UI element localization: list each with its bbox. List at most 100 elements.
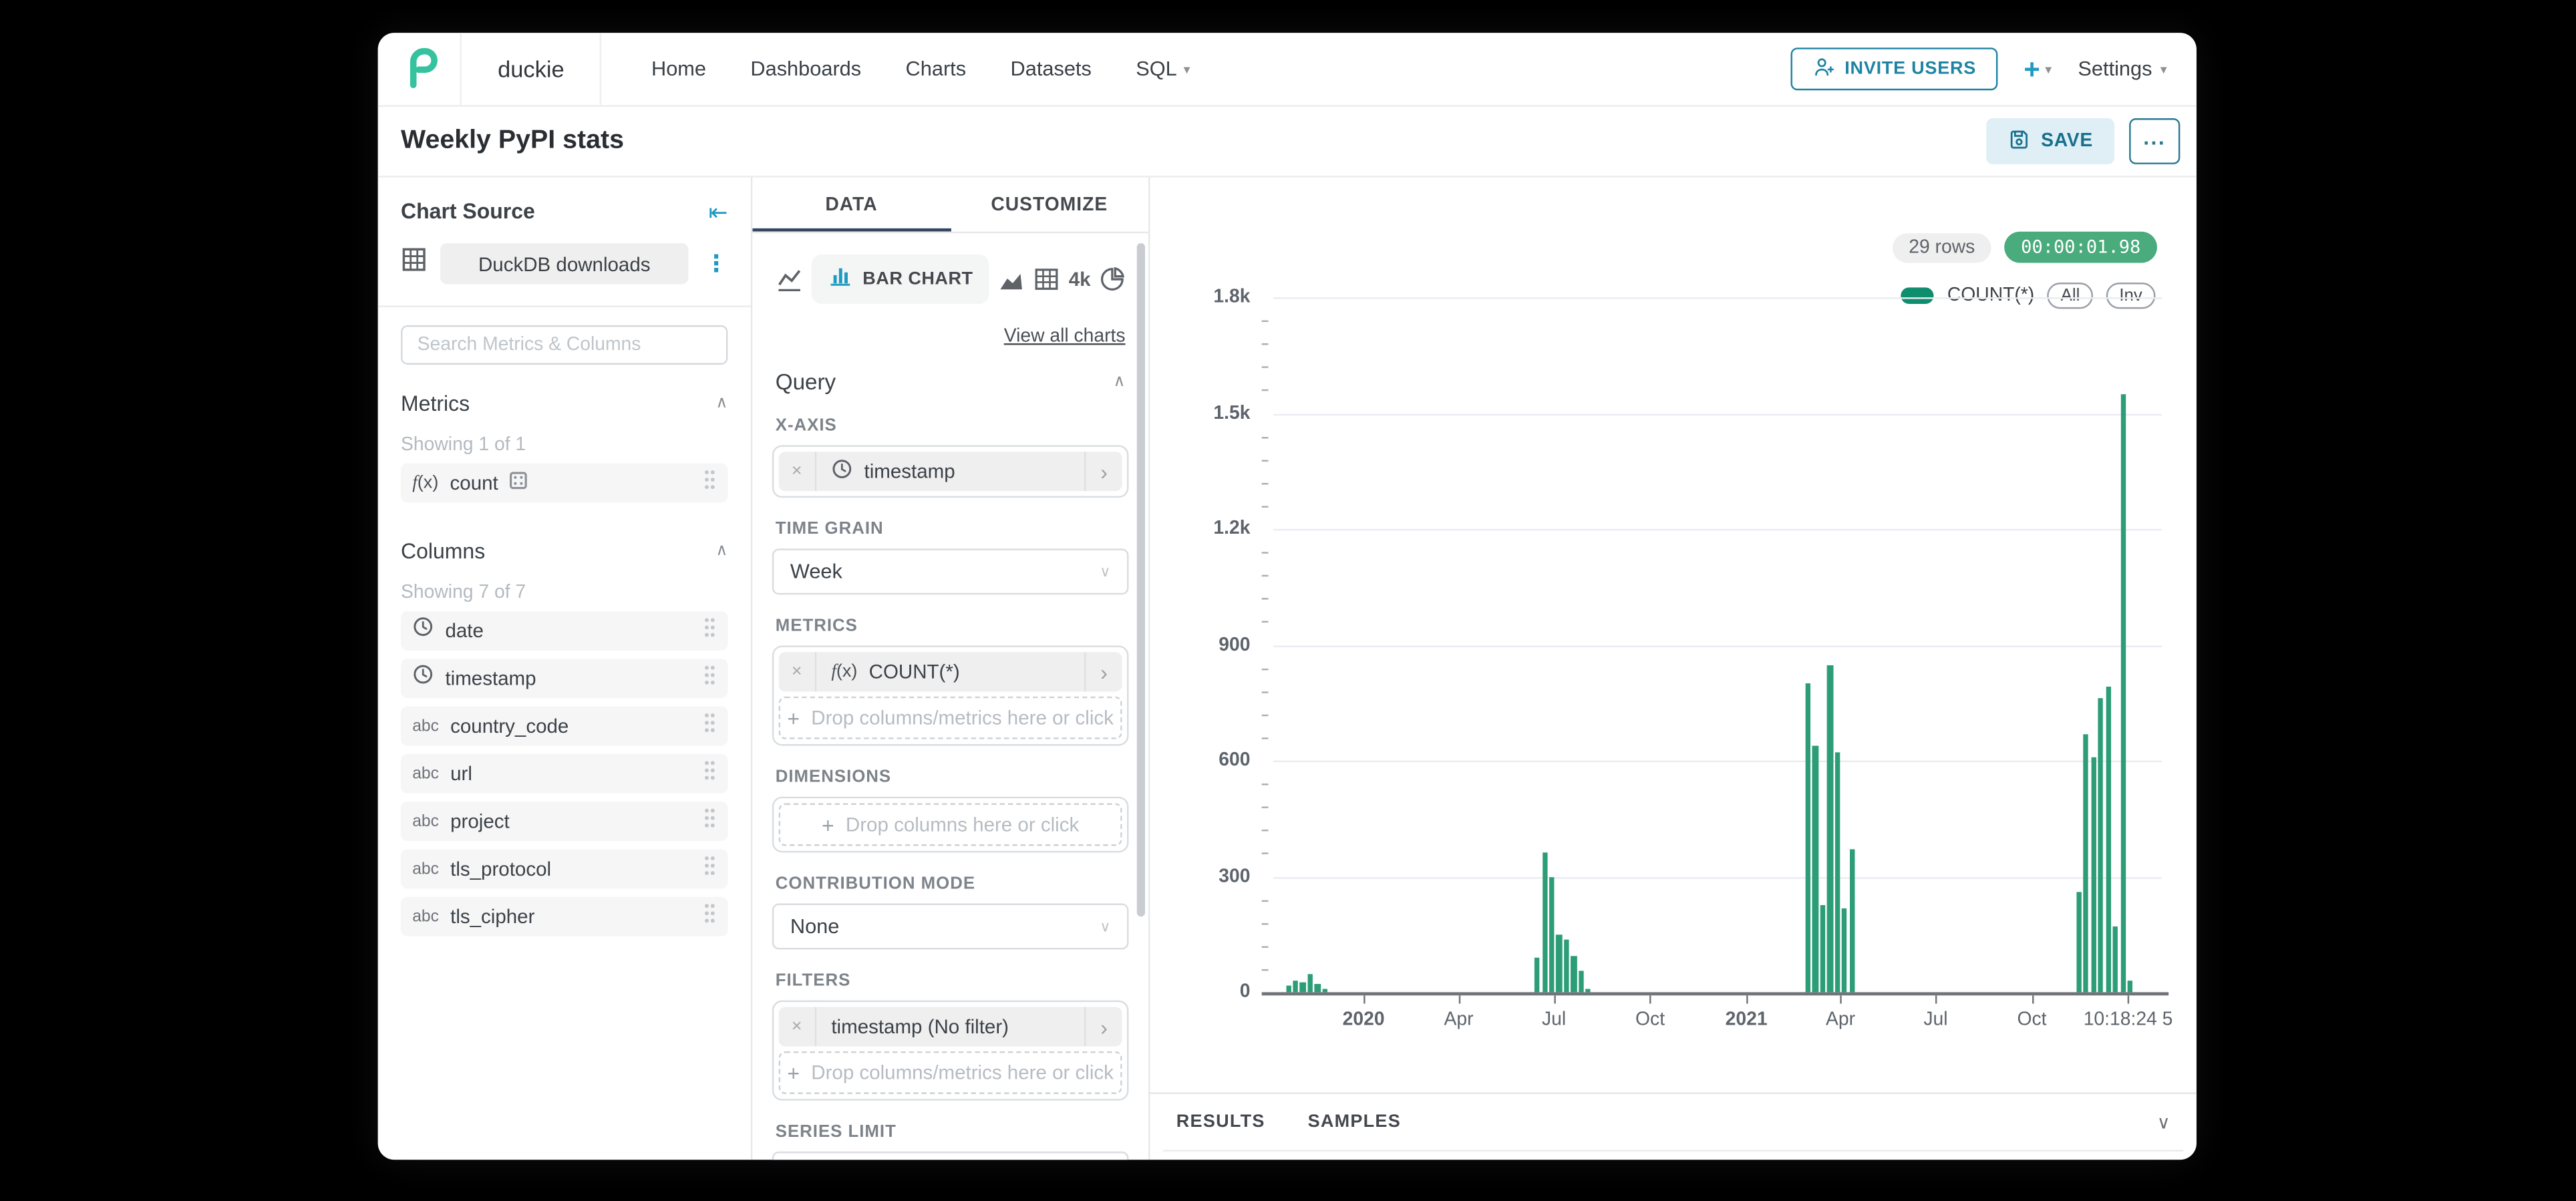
viz-type-bar-chart[interactable]: BAR CHART <box>812 254 989 304</box>
drag-handle-icon[interactable] <box>703 758 717 790</box>
view-all-charts-link[interactable]: View all charts <box>1004 327 1126 347</box>
y-gridline <box>1273 645 2162 646</box>
time-grain-label: TIME GRAIN <box>776 519 1126 539</box>
x-axis-pill[interactable]: × timestamp › <box>779 452 1122 491</box>
bar[interactable] <box>1307 975 1313 992</box>
filters-drop-zone[interactable]: + Drop columns/metrics here or click <box>779 1051 1122 1094</box>
bar[interactable] <box>1579 971 1584 993</box>
big-number-chart-icon[interactable]: 4k <box>1069 268 1091 291</box>
bar[interactable] <box>1322 989 1327 993</box>
control-scroll-area: BAR CHART 4k View all charts Query <box>752 233 1148 1160</box>
bar[interactable] <box>2091 757 2096 993</box>
collapse-panel-icon[interactable]: ⇤ <box>709 200 728 222</box>
bar[interactable] <box>1827 666 1832 992</box>
drag-handle-icon[interactable] <box>703 806 717 837</box>
workspace-name[interactable]: duckie <box>462 56 601 82</box>
bar[interactable] <box>2076 892 2082 992</box>
area-chart-icon[interactable] <box>998 265 1026 293</box>
drag-handle-icon[interactable] <box>703 615 717 647</box>
nav-item-home[interactable]: Home <box>651 57 706 80</box>
new-item-dropdown[interactable]: + ▾ <box>2024 55 2052 83</box>
drag-handle-icon[interactable] <box>703 663 717 694</box>
dataset-menu-icon[interactable]: ⋮ <box>701 250 731 278</box>
line-chart-icon[interactable] <box>776 265 804 293</box>
x-axis-tick <box>1935 995 1937 1003</box>
metrics-drop-zone[interactable]: + Drop columns/metrics here or click <box>779 697 1122 739</box>
bar[interactable] <box>1812 745 1818 992</box>
bar[interactable] <box>1849 850 1855 993</box>
bar[interactable] <box>1300 983 1305 992</box>
dataset-item-timestamp[interactable]: timestamp <box>401 659 728 698</box>
settings-menu[interactable]: Settings ▾ <box>2078 57 2180 80</box>
bar[interactable] <box>1834 753 1840 992</box>
remove-icon[interactable]: × <box>779 652 817 691</box>
chevron-up-icon[interactable]: ∧ <box>715 542 728 560</box>
chevron-right-icon[interactable]: › <box>1084 452 1122 491</box>
chevron-right-icon[interactable]: › <box>1084 1007 1122 1046</box>
search-metrics-input[interactable] <box>401 325 728 365</box>
nav-item-charts[interactable]: Charts <box>906 57 967 80</box>
bar[interactable] <box>1571 955 1577 992</box>
more-options-button[interactable]: ... <box>2129 118 2180 164</box>
bar[interactable] <box>2084 733 2089 992</box>
bar[interactable] <box>1806 683 1811 992</box>
invite-users-button[interactable]: INVITE USERS <box>1790 47 1997 90</box>
metric-pill[interactable]: × f(x) COUNT(*) › <box>779 652 1122 691</box>
bar[interactable] <box>2128 981 2133 992</box>
pie-chart-icon[interactable] <box>1099 266 1125 292</box>
dataset-item-tls_cipher[interactable]: abctls_cipher <box>401 897 728 936</box>
remove-icon[interactable]: × <box>779 452 817 491</box>
save-button[interactable]: SAVE <box>1987 118 2114 164</box>
dataset-name[interactable]: DuckDB downloads <box>440 243 688 284</box>
chevron-up-icon[interactable]: ∧ <box>1114 373 1126 391</box>
bar[interactable] <box>1315 985 1320 993</box>
chevron-up-icon[interactable]: ∧ <box>715 394 728 412</box>
nav-item-sql[interactable]: SQL▾ <box>1136 57 1190 80</box>
dataset-item-url[interactable]: abcurl <box>401 754 728 794</box>
filter-pill[interactable]: × timestamp (No filter) › <box>779 1007 1122 1046</box>
tab-data[interactable]: DATA <box>752 178 950 232</box>
y-axis-minor-tick <box>1262 575 1269 576</box>
bar[interactable] <box>1586 989 1591 993</box>
bar[interactable] <box>1293 981 1298 992</box>
bar[interactable] <box>2098 699 2104 992</box>
series-limit-select[interactable]: None ∨ <box>772 1152 1129 1160</box>
chevron-right-icon[interactable]: › <box>1084 652 1122 691</box>
bar[interactable] <box>1542 853 1547 992</box>
drag-handle-icon[interactable] <box>703 901 717 932</box>
nav-item-dashboards[interactable]: Dashboards <box>750 57 861 80</box>
drag-handle-icon[interactable] <box>703 711 717 742</box>
dimensions-drop-zone[interactable]: + Drop columns here or click <box>779 804 1122 846</box>
dataset-item-country_code[interactable]: abccountry_code <box>401 706 728 745</box>
bar[interactable] <box>2113 926 2118 992</box>
user-plus-icon <box>1812 55 1834 83</box>
bar[interactable] <box>1820 905 1825 992</box>
drag-handle-icon[interactable] <box>703 468 717 499</box>
tab-customize[interactable]: CUSTOMIZE <box>951 178 1148 232</box>
remove-icon[interactable]: × <box>779 1007 817 1046</box>
bar[interactable] <box>1564 940 1569 992</box>
bar[interactable] <box>1535 957 1540 992</box>
tab-results[interactable]: RESULTS <box>1176 1112 1265 1132</box>
time-grain-select[interactable]: Week ∨ <box>772 548 1129 594</box>
dataset-item-count[interactable]: f(x)count <box>401 463 728 502</box>
bar[interactable] <box>2106 687 2111 993</box>
dataset-item-date[interactable]: date <box>401 611 728 651</box>
y-axis-minor-tick <box>1262 784 1269 785</box>
item-name: url <box>450 762 472 785</box>
drag-handle-icon[interactable] <box>703 854 717 885</box>
contribution-mode-select[interactable]: None ∨ <box>772 904 1129 950</box>
bar[interactable] <box>1557 934 1562 993</box>
bar[interactable] <box>1549 876 1555 992</box>
collapse-results-icon[interactable]: ∨ <box>2157 1111 2170 1133</box>
dataset-item-project[interactable]: abcproject <box>401 802 728 841</box>
scrollbar-thumb[interactable] <box>1137 243 1145 916</box>
bar[interactable] <box>1842 909 1847 992</box>
tab-samples[interactable]: SAMPLES <box>1308 1112 1401 1132</box>
bar[interactable] <box>2120 394 2126 993</box>
dataset-item-tls_protocol[interactable]: abctls_protocol <box>401 849 728 888</box>
nav-item-datasets[interactable]: Datasets <box>1011 57 1092 80</box>
bar[interactable] <box>1285 987 1291 993</box>
table-chart-icon[interactable] <box>1034 266 1060 292</box>
app-logo-icon[interactable] <box>401 47 444 90</box>
